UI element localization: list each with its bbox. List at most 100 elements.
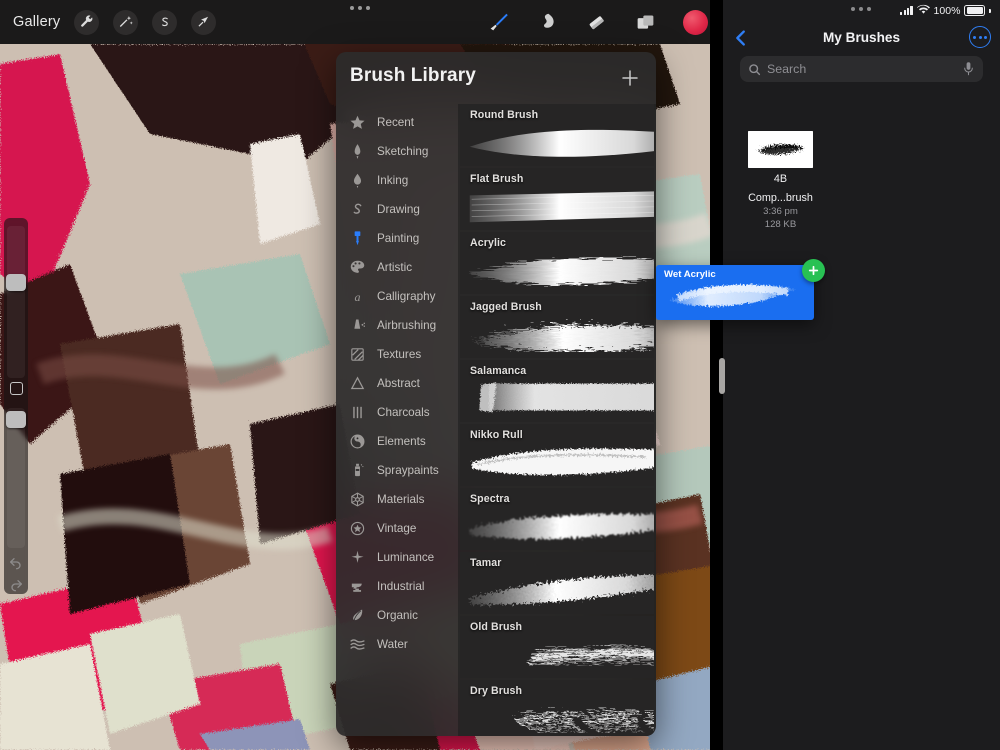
brush-set-elements[interactable]: Elements bbox=[336, 427, 458, 456]
paint-brush-icon[interactable] bbox=[487, 11, 510, 34]
add-brush-button[interactable] bbox=[618, 66, 642, 90]
brush-set-label: Organic bbox=[377, 609, 418, 622]
more-options-button[interactable] bbox=[969, 26, 991, 48]
cellular-signal-icon bbox=[900, 6, 912, 15]
brush-set-sketching[interactable]: Sketching bbox=[336, 137, 458, 166]
search-placeholder: Search bbox=[767, 62, 962, 76]
brush-set-calligraphy[interactable]: aCalligraphy bbox=[336, 282, 458, 311]
brush-stroke-preview bbox=[464, 566, 654, 612]
brush-stroke-preview bbox=[464, 438, 654, 484]
brush-item[interactable]: Tamar bbox=[460, 552, 654, 614]
brush-item-name: Spectra bbox=[470, 493, 510, 505]
brush-item[interactable]: Dry Brush bbox=[460, 680, 654, 736]
wifi-icon bbox=[917, 4, 930, 17]
brush-item[interactable]: Salamanca bbox=[460, 360, 654, 422]
brush-set-painting[interactable]: Painting bbox=[336, 224, 458, 253]
files-page-title: My Brushes bbox=[723, 30, 1000, 45]
dragged-brush-name: Wet Acrylic bbox=[664, 269, 716, 280]
svg-text:a: a bbox=[354, 290, 360, 304]
selection-s-icon[interactable] bbox=[152, 10, 177, 35]
brush-size-knob[interactable] bbox=[6, 274, 26, 291]
files-app: 100% My Brushes Search 1 item, 205.83 GB… bbox=[723, 0, 1000, 750]
brush-size-slider[interactable] bbox=[7, 226, 25, 378]
layers-icon[interactable] bbox=[634, 11, 657, 34]
brush-set-label: Spraypaints bbox=[377, 464, 439, 477]
brush-set-label: Water bbox=[377, 638, 408, 651]
brush-opacity-knob[interactable] bbox=[6, 411, 26, 428]
brush-set-label: Charcoals bbox=[377, 406, 430, 419]
brush-set-vintage[interactable]: Vintage bbox=[336, 514, 458, 543]
microphone-icon[interactable] bbox=[962, 61, 975, 77]
eraser-icon[interactable] bbox=[585, 11, 608, 34]
brush-set-label: Inking bbox=[377, 174, 408, 187]
dragged-brush-chip[interactable]: Wet Acrylic bbox=[656, 265, 814, 320]
brush-stroke-preview bbox=[464, 502, 654, 548]
modify-button[interactable] bbox=[10, 382, 23, 395]
yin-yang-icon bbox=[348, 433, 366, 451]
brush-item-name: Flat Brush bbox=[470, 173, 523, 185]
actions-wrench-icon[interactable] bbox=[74, 10, 99, 35]
brush-item-name: Nikko Rull bbox=[470, 429, 523, 441]
brush-set-textures[interactable]: Textures bbox=[336, 340, 458, 369]
redo-button[interactable] bbox=[8, 576, 24, 592]
undo-button[interactable] bbox=[8, 554, 24, 570]
brush-set-label: Elements bbox=[377, 435, 426, 448]
brush-set-label: Airbrushing bbox=[377, 319, 436, 332]
three-bars-icon bbox=[348, 404, 366, 422]
color-swatch-button[interactable] bbox=[683, 10, 708, 35]
transform-arrow-icon[interactable] bbox=[191, 10, 216, 35]
brush-item[interactable]: Flat Brush bbox=[460, 168, 654, 230]
brush-set-water[interactable]: Water bbox=[336, 630, 458, 659]
brush-item[interactable]: Old Brush bbox=[460, 616, 654, 678]
brush-set-luminance[interactable]: Luminance bbox=[336, 543, 458, 572]
smudge-icon[interactable] bbox=[536, 11, 559, 34]
brush-set-label: Abstract bbox=[377, 377, 420, 390]
multitask-dots-icon[interactable] bbox=[851, 7, 871, 11]
brush-set-organic[interactable]: Organic bbox=[336, 601, 458, 630]
gallery-button[interactable]: Gallery bbox=[13, 14, 60, 30]
brush-thumbnail-stroke bbox=[748, 131, 813, 168]
brush-set-label: Sketching bbox=[377, 145, 428, 158]
star-icon bbox=[348, 114, 366, 132]
adjustments-wand-icon[interactable] bbox=[113, 10, 138, 35]
brush-opacity-slider[interactable] bbox=[7, 408, 25, 548]
procreate-right-tools bbox=[487, 10, 708, 35]
brush-grid[interactable]: Round Brush Flat Brush AcrylicJagged Brush… bbox=[458, 104, 656, 736]
brush-item[interactable]: Jagged Brush bbox=[460, 296, 654, 358]
split-view-drag-handle[interactable] bbox=[719, 358, 725, 394]
brush-set-artistic[interactable]: Artistic bbox=[336, 253, 458, 282]
battery-percent-label: 100% bbox=[934, 5, 961, 17]
brush-set-spraypaints[interactable]: Spraypaints bbox=[336, 456, 458, 485]
brush-set-drawing[interactable]: Drawing bbox=[336, 195, 458, 224]
airbrush-icon bbox=[348, 317, 366, 335]
brush-set-materials[interactable]: Materials bbox=[336, 485, 458, 514]
brush-set-abstract[interactable]: Abstract bbox=[336, 369, 458, 398]
brush-item[interactable]: Round Brush bbox=[460, 104, 654, 166]
file-thumbnail bbox=[748, 131, 813, 168]
battery-nub-icon bbox=[989, 9, 991, 13]
brush-library-panel: Brush Library RecentSketchingInkingDrawi… bbox=[336, 52, 656, 736]
search-icon bbox=[748, 63, 761, 76]
brush-set-industrial[interactable]: Industrial bbox=[336, 572, 458, 601]
squiggle-icon bbox=[348, 201, 366, 219]
multitask-dots-icon[interactable] bbox=[350, 6, 370, 10]
brush-set-inking[interactable]: Inking bbox=[336, 166, 458, 195]
letter-a-icon: a bbox=[348, 288, 366, 306]
brush-set-label: Painting bbox=[377, 232, 419, 245]
status-indicators: 100% bbox=[900, 4, 991, 17]
anvil-icon bbox=[348, 578, 366, 596]
search-field[interactable]: Search bbox=[740, 56, 983, 82]
brush-item[interactable]: Acrylic bbox=[460, 232, 654, 294]
brush-set-label: Vintage bbox=[377, 522, 416, 535]
pencil-tip-icon bbox=[348, 143, 366, 161]
brush-item[interactable]: Spectra bbox=[460, 488, 654, 550]
brush-set-airbrushing[interactable]: Airbrushing bbox=[336, 311, 458, 340]
file-list-item[interactable]: 4B Comp...brush 3:36 pm 128 KB bbox=[748, 131, 813, 231]
brush-set-charcoals[interactable]: Charcoals bbox=[336, 398, 458, 427]
brush-set-recent[interactable]: Recent bbox=[336, 108, 458, 137]
brush-library-body: Recent Sketching Inking Drawing Painting Arti… bbox=[336, 104, 656, 736]
brush-set-label: Luminance bbox=[377, 551, 434, 564]
brush-item[interactable]: Nikko Rull bbox=[460, 424, 654, 486]
leaf-icon bbox=[348, 607, 366, 625]
triangle-icon bbox=[348, 375, 366, 393]
